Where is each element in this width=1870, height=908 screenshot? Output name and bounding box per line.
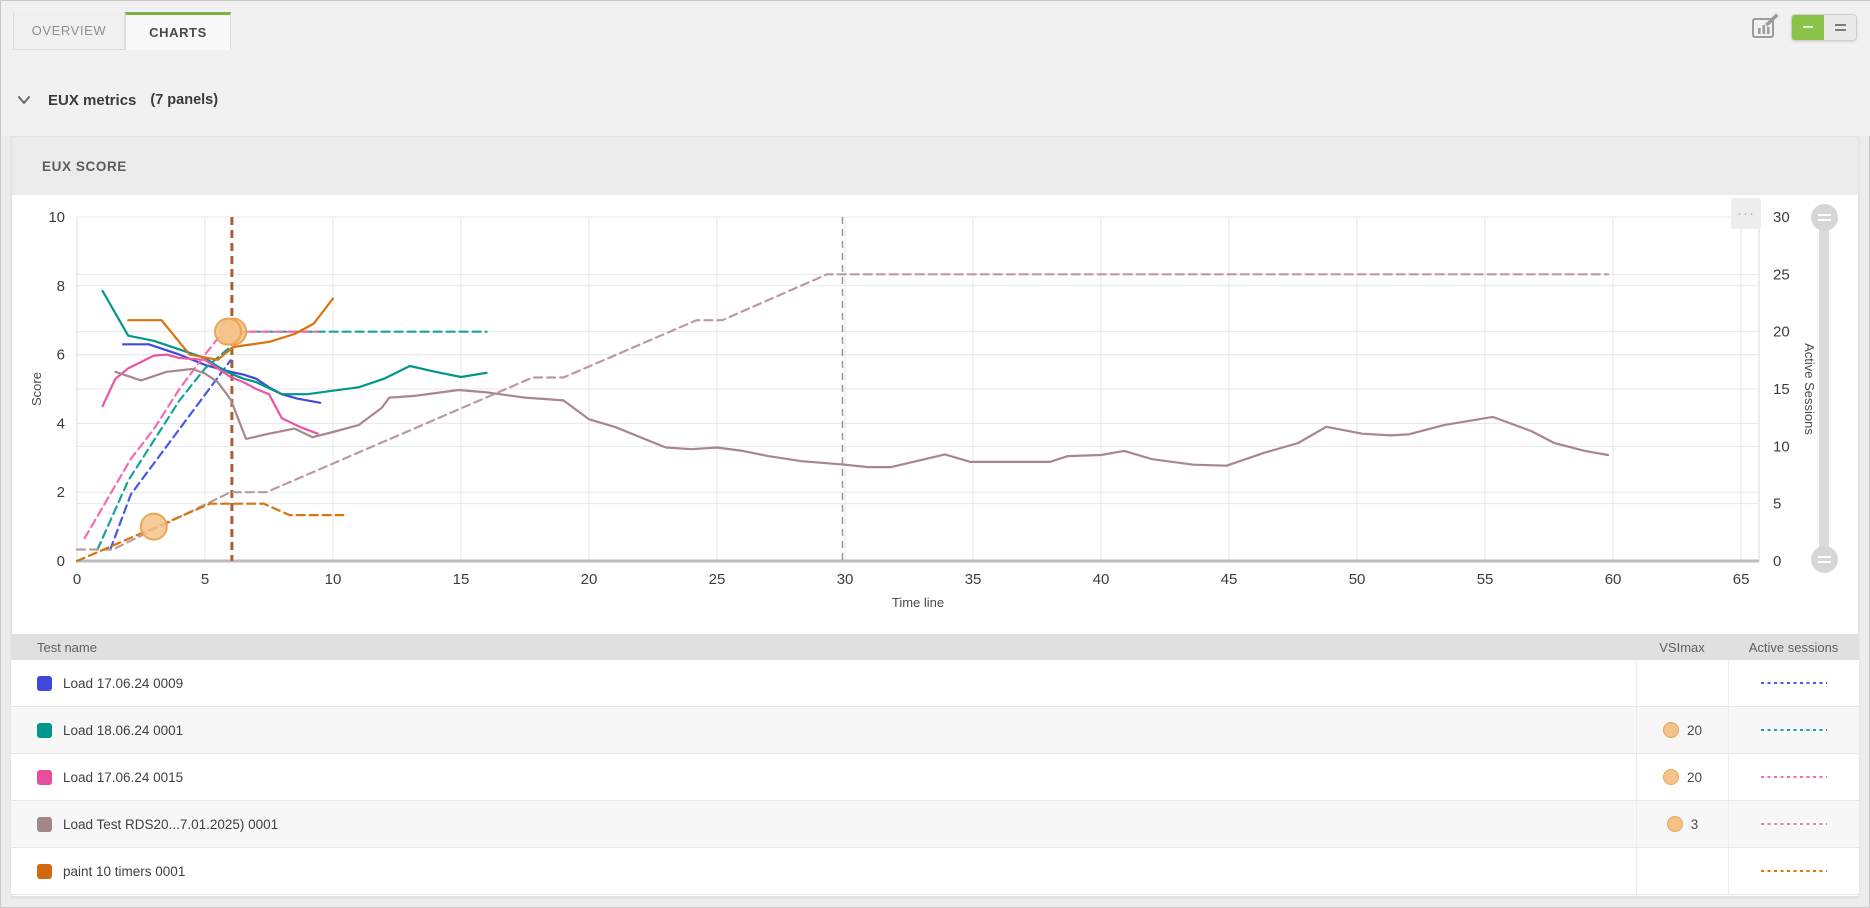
- test-color-swatch: [37, 676, 52, 691]
- layout-single-column-button[interactable]: [1792, 15, 1824, 40]
- col-header-test-name: Test name: [11, 640, 1636, 655]
- test-name: Load 17.06.24 0015: [63, 770, 183, 785]
- active-sessions-legend-line: [1761, 823, 1827, 826]
- left-axis-title: Score: [29, 372, 44, 406]
- vsimax-badge-icon: [1663, 769, 1679, 785]
- score-axis-tick: 0: [57, 553, 65, 570]
- test-name: Load 18.06.24 0001: [63, 723, 183, 738]
- chart-gridlines: [77, 217, 1759, 561]
- table-row[interactable]: Load Test RDS20...7.01.2025) 0001 3: [11, 801, 1859, 848]
- section-panels-count: (7 panels): [150, 92, 218, 108]
- tests-legend-table: Test name VSImax Active sessions Load 17…: [11, 634, 1859, 895]
- test-color-swatch: [37, 723, 52, 738]
- test-name: Load Test RDS20...7.01.2025) 0001: [63, 817, 278, 832]
- sessions-axis-tick: 5: [1773, 496, 1781, 513]
- panel-title: EUX SCORE: [42, 159, 127, 174]
- active-sessions-legend-line: [1761, 870, 1827, 873]
- top-header-zone: OVERVIEW CHARTS EUX metrics (7 panels): [1, 1, 1870, 136]
- tab-overview[interactable]: OVERVIEW: [13, 12, 125, 50]
- time-axis-tick: 15: [453, 571, 470, 588]
- series-eux-score: [103, 291, 487, 394]
- time-axis-tick: 35: [965, 571, 982, 588]
- col-header-active-sessions: Active sessions: [1728, 634, 1859, 660]
- score-axis-tick: 2: [57, 484, 65, 501]
- test-name: Load 17.06.24 0009: [63, 676, 183, 691]
- layout-two-column-button[interactable]: [1824, 15, 1856, 40]
- x-axis-title: Time line: [892, 595, 944, 610]
- time-axis-tick: 60: [1605, 571, 1622, 588]
- table-row[interactable]: Load 18.06.24 0001 20: [11, 707, 1859, 754]
- score-axis-tick: 6: [57, 347, 65, 364]
- test-color-swatch: [37, 864, 52, 879]
- score-axis-tick: 8: [57, 278, 65, 295]
- chart-axes: 0 2 4 6 8 10 0 5 10 15 20 25 30 0 5 10 15 20 25 30 35 40 45 50 5…: [29, 209, 1817, 610]
- test-name: paint 10 timers 0001: [63, 864, 185, 879]
- active-sessions-legend-line: [1761, 776, 1827, 779]
- vsimax-marker: [141, 514, 167, 540]
- time-axis-tick: 20: [581, 571, 598, 588]
- tab-charts[interactable]: CHARTS: [125, 12, 231, 50]
- vsimax-value: 20: [1687, 723, 1702, 738]
- table-header-row: Test name VSImax Active sessions: [11, 634, 1859, 660]
- sessions-axis-slider-track[interactable]: [1819, 217, 1829, 561]
- sessions-axis-slider-handle-top[interactable]: [1811, 204, 1838, 231]
- layout-toggle-group: [1791, 14, 1857, 41]
- vsimax-marker: [215, 319, 241, 345]
- score-axis-tick: 10: [48, 209, 65, 226]
- vsimax-value: 20: [1687, 770, 1702, 785]
- drag-grip-icon: [1818, 556, 1831, 558]
- test-color-swatch: [37, 770, 52, 785]
- minus-icon: [1803, 26, 1813, 28]
- time-axis-tick: 30: [837, 571, 854, 588]
- panel-header: EUX SCORE: [12, 137, 1858, 195]
- edit-chart-icon[interactable]: [1749, 11, 1781, 43]
- vsimax-markers: [141, 319, 246, 540]
- time-axis-tick: 50: [1349, 571, 1366, 588]
- tab-overview-label: OVERVIEW: [32, 23, 107, 38]
- more-options-icon: ···: [1737, 205, 1755, 222]
- drag-grip-icon: [1818, 214, 1831, 216]
- right-axis-title: Active Sessions: [1802, 343, 1817, 435]
- time-axis-tick: 55: [1477, 571, 1494, 588]
- time-axis-tick: 40: [1093, 571, 1110, 588]
- time-axis-tick: 45: [1221, 571, 1238, 588]
- vsimax-badge-icon: [1663, 722, 1679, 738]
- col-header-vsimax: VSImax: [1636, 634, 1728, 660]
- vsimax-value: 3: [1691, 817, 1699, 832]
- sessions-axis-slider-handle-bottom[interactable]: [1811, 546, 1838, 573]
- vsimax-badge-icon: [1667, 816, 1683, 832]
- sessions-axis-tick: 15: [1773, 381, 1790, 398]
- score-axis-tick: 4: [57, 415, 65, 432]
- table-row[interactable]: Load 17.06.24 0015 20: [11, 754, 1859, 801]
- table-row[interactable]: Load 17.06.24 0009: [11, 660, 1859, 707]
- sessions-axis-tick: 25: [1773, 266, 1790, 283]
- section-header: EUX metrics (7 panels): [1, 83, 1870, 117]
- eux-score-chart: 0 2 4 6 8 10 0 5 10 15 20 25 30 0 5 10 15 20 25 30 35 40 45 50 5…: [1, 194, 1870, 631]
- time-axis-tick: 10: [325, 571, 342, 588]
- time-axis-tick: 25: [709, 571, 726, 588]
- chart-more-options-button[interactable]: ···: [1731, 198, 1761, 229]
- section-title: EUX metrics: [48, 92, 136, 109]
- tab-charts-label: CHARTS: [149, 25, 207, 40]
- active-sessions-legend-line: [1761, 729, 1827, 732]
- sessions-axis-tick: 10: [1773, 438, 1790, 455]
- equals-icon: [1835, 24, 1846, 31]
- test-color-swatch: [37, 817, 52, 832]
- series-eux-score: [115, 369, 1608, 467]
- sessions-axis-tick: 30: [1773, 209, 1790, 226]
- chevron-down-icon[interactable]: [14, 90, 34, 110]
- time-axis-tick: 0: [73, 571, 81, 588]
- sessions-axis-tick: 20: [1773, 324, 1790, 341]
- active-sessions-legend-line: [1761, 682, 1827, 685]
- time-axis-tick: 65: [1733, 571, 1750, 588]
- table-row[interactable]: paint 10 timers 0001: [11, 848, 1859, 895]
- sessions-axis-tick: 0: [1773, 553, 1781, 570]
- time-axis-tick: 5: [201, 571, 209, 588]
